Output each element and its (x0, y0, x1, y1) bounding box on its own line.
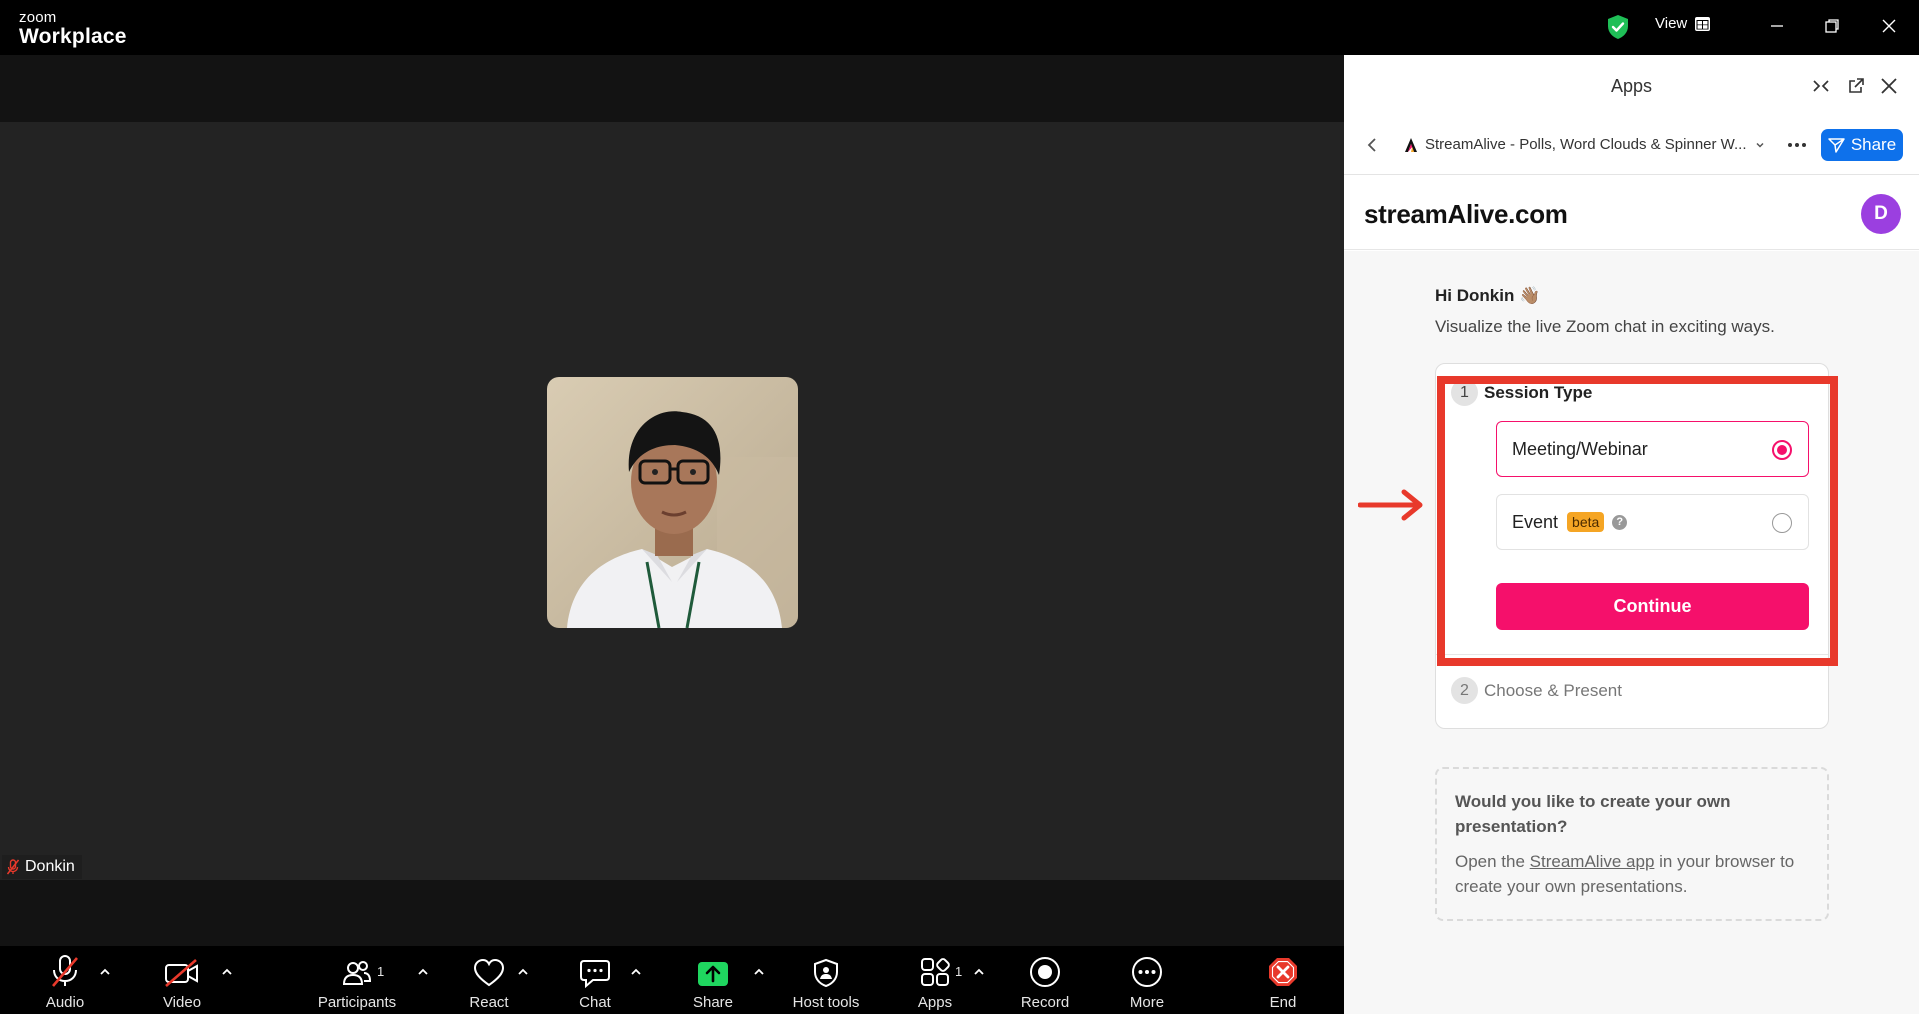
participant-name-tag: Donkin (2, 855, 82, 879)
promo-title: Would you like to create your own presen… (1455, 792, 1731, 836)
brand-large: Workplace (19, 25, 127, 48)
heart-icon (473, 958, 505, 987)
react-label: React (469, 994, 509, 1011)
chat-button[interactable]: Chat (570, 946, 620, 1014)
more-button[interactable]: More (1122, 946, 1172, 1014)
react-button[interactable]: React (464, 946, 514, 1014)
view-button[interactable]: View (1655, 15, 1711, 32)
participants-button[interactable]: Participants (310, 946, 404, 1014)
audio-button[interactable]: Audio (40, 946, 90, 1014)
record-label: Record (1020, 994, 1070, 1011)
share-app-button[interactable]: Share (1821, 129, 1903, 161)
app-selector[interactable]: StreamAlive - Polls, Word Clouds & Spinn… (1404, 136, 1766, 153)
back-chevron-icon[interactable] (1363, 135, 1383, 155)
minimize-button[interactable] (1763, 12, 1791, 40)
close-window-button[interactable] (1875, 12, 1903, 40)
stage-bottom-band (0, 880, 1344, 946)
close-panel-button[interactable] (1877, 74, 1901, 98)
host-tools-shield-icon (814, 958, 838, 988)
share-app-label: Share (1850, 135, 1897, 154)
video-off-camera-icon (165, 959, 198, 987)
audio-label: Audio (45, 994, 85, 1011)
close-icon (1882, 19, 1896, 33)
muted-mic-icon (7, 859, 19, 875)
highlight-annotation-box (1437, 376, 1838, 666)
apps-label: Apps (917, 994, 953, 1011)
chevron-down-icon (1755, 142, 1764, 148)
collapse-arrows-icon (1813, 80, 1829, 92)
subtitle-text: Visualize the live Zoom chat in exciting… (1435, 317, 1775, 336)
promo-text: Open the StreamAlive app in your browser… (1455, 852, 1795, 896)
minimize-icon (1771, 25, 1783, 27)
video-options-chevron-icon[interactable] (219, 964, 235, 980)
video-button[interactable]: Video (157, 946, 207, 1014)
title-bar: zoom Workplace View (0, 0, 1919, 55)
encryption-shield-icon[interactable] (1606, 14, 1630, 40)
greeting-text: Hi Donkin 👋🏽 (1435, 286, 1541, 305)
streamalive-logo: streamAlive.com (1364, 199, 1568, 229)
apps-count: 1 (955, 964, 963, 979)
step-2-title[interactable]: Choose & Present (1484, 681, 1622, 701)
chat-bubble-icon (580, 960, 610, 988)
share-screen-label: Share (692, 994, 734, 1011)
pop-out-panel-button[interactable] (1844, 74, 1868, 98)
chat-options-chevron-icon[interactable] (628, 964, 644, 980)
chat-label: Chat (579, 994, 611, 1011)
app-name-label: StreamAlive - Polls, Word Clouds & Spinn… (1425, 136, 1747, 153)
host-tools-label: Host tools (792, 994, 860, 1011)
record-button[interactable]: Record (1020, 946, 1070, 1014)
participant-photo (547, 377, 798, 628)
apps-panel-header: Apps (1344, 55, 1919, 117)
stage-top-band (0, 55, 1344, 122)
record-icon (1030, 957, 1060, 987)
streamalive-header: streamAlive.com D (1344, 175, 1919, 250)
apps-button[interactable]: Apps (910, 946, 960, 1014)
apps-icon (921, 958, 950, 986)
brand-small: zoom (19, 9, 57, 26)
end-label: End (1269, 994, 1297, 1011)
host-tools-button[interactable]: Host tools (786, 946, 866, 1014)
muted-microphone-icon (52, 955, 78, 987)
participants-icon (342, 961, 372, 985)
zoom-workplace-logo: zoom Workplace (19, 10, 127, 47)
user-avatar[interactable]: D (1861, 194, 1901, 234)
apps-options-chevron-icon[interactable] (971, 964, 987, 980)
audio-options-chevron-icon[interactable] (97, 964, 113, 980)
react-options-chevron-icon[interactable] (515, 964, 531, 980)
view-label: View (1655, 15, 1688, 32)
meeting-toolbar: Audio Video Participants 1 React Chat Sh… (0, 946, 1344, 1014)
send-icon (1828, 138, 1845, 153)
pop-out-icon (1849, 78, 1864, 93)
create-presentation-promo: Would you like to create your own presen… (1435, 767, 1829, 921)
participant-video-tile[interactable] (547, 377, 798, 628)
app-navigation-bar: StreamAlive - Polls, Word Clouds & Spinn… (1344, 117, 1919, 175)
streamalive-app-icon (1405, 137, 1417, 152)
end-meeting-icon (1269, 958, 1297, 986)
restore-button[interactable] (1818, 12, 1846, 40)
participants-label: Participants (317, 994, 397, 1011)
close-icon (1881, 78, 1897, 94)
restore-icon (1825, 19, 1839, 33)
participant-name: Donkin (25, 858, 75, 875)
end-meeting-button[interactable]: End (1258, 946, 1308, 1014)
more-options-icon (1132, 957, 1162, 987)
more-options-icon[interactable] (1784, 134, 1810, 156)
video-label: Video (162, 994, 202, 1011)
participants-options-chevron-icon[interactable] (415, 964, 431, 980)
collapse-panel-button[interactable] (1809, 74, 1833, 98)
step-2-number: 2 (1451, 677, 1478, 704)
share-screen-icon (698, 962, 728, 986)
participants-count: 1 (377, 964, 385, 979)
red-arrow-annotation-icon (1358, 489, 1423, 521)
more-label: More (1129, 994, 1165, 1011)
streamalive-app-link[interactable]: StreamAlive app (1530, 852, 1655, 871)
share-screen-button[interactable]: Share (688, 946, 738, 1014)
grid-view-icon (1695, 16, 1711, 31)
share-options-chevron-icon[interactable] (751, 964, 767, 980)
